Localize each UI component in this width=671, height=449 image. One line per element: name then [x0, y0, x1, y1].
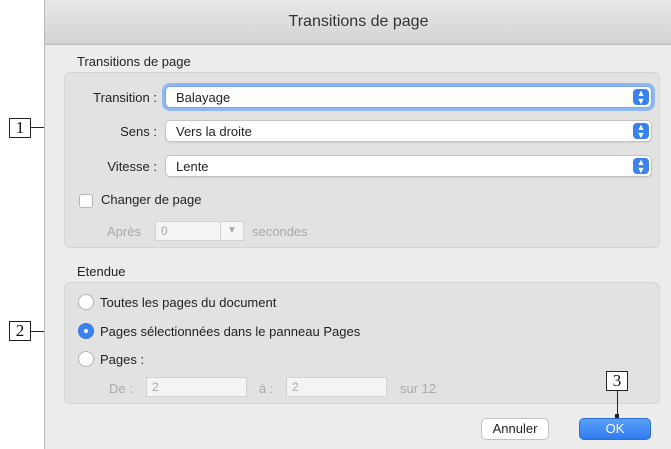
changer-page-label: Changer de page [101, 192, 202, 207]
callout-3-box: 3 [606, 371, 628, 391]
sens-popup[interactable]: Vers la droite ▲ ▼ [165, 120, 652, 142]
callout-3-dot [615, 414, 619, 418]
etendue-group: Toutes les pages du document Pages sélec… [64, 282, 660, 404]
radio-all-pages[interactable] [78, 294, 94, 310]
callout-2-box: 2 [9, 321, 31, 341]
sens-value: Vers la droite [176, 124, 252, 139]
apres-label: Après [107, 224, 141, 239]
page-transitions-dialog: Transitions de page Transitions de page … [44, 0, 671, 449]
chevron-updown-icon: ▲ ▼ [633, 123, 649, 140]
radio-pages[interactable] [78, 351, 94, 367]
radio-selected-pages-label: Pages sélectionnées dans le panneau Page… [100, 324, 361, 339]
range-from-field[interactable]: 2 [146, 377, 247, 397]
radio-pages-label: Pages : [100, 352, 145, 367]
range-to-field[interactable]: 2 [286, 377, 387, 397]
radio-selected-pages[interactable] [78, 323, 94, 339]
chevron-down-icon[interactable]: ▼ [220, 221, 244, 241]
radio-all-pages-label: Toutes les pages du document [100, 295, 277, 310]
transition-popup[interactable]: Balayage ▲ ▼ [165, 86, 652, 108]
vitesse-label: Vitesse : [107, 159, 157, 174]
transitions-group: Transition : Balayage ▲ ▼ Sens : Vers la … [64, 72, 660, 248]
callout-3-leader [617, 391, 618, 415]
range-to-label: à : [259, 381, 274, 396]
callout-1-box: 1 [9, 118, 31, 138]
etendue-group-title: Etendue [77, 264, 126, 279]
apres-unit: secondes [252, 224, 308, 239]
vitesse-popup[interactable]: Lente ▲ ▼ [165, 155, 652, 177]
sens-label: Sens : [120, 124, 157, 139]
window-title: Transitions de page [45, 0, 671, 45]
changer-page-checkbox[interactable] [79, 194, 93, 208]
transition-value: Balayage [176, 90, 231, 105]
transitions-group-title: Transitions de page [77, 54, 191, 69]
apres-field[interactable]: 0 [155, 221, 221, 241]
transition-label: Transition : [93, 90, 157, 105]
chevron-updown-icon: ▲ ▼ [633, 158, 649, 175]
chevron-updown-icon: ▲ ▼ [633, 89, 649, 106]
ok-button[interactable]: OK [579, 418, 651, 440]
cancel-button[interactable]: Annuler [481, 418, 549, 440]
range-total: sur 12 [400, 381, 437, 396]
vitesse-value: Lente [176, 159, 209, 174]
range-from-label: De : [109, 381, 133, 396]
